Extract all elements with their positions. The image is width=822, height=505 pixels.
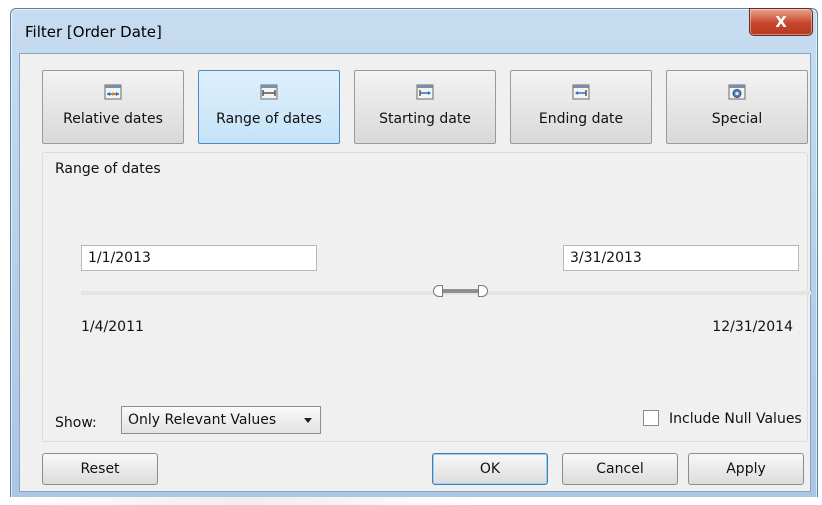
dialog-title: Filter [Order Date] [25, 23, 162, 41]
ending-date-icon [572, 84, 590, 100]
mode-starting-date-button[interactable]: Starting date [354, 70, 496, 144]
ok-button[interactable]: OK [432, 453, 548, 485]
max-date-label: 12/31/2014 [712, 319, 793, 335]
mode-relative-dates-label: Relative dates [63, 111, 163, 127]
mode-relative-dates-button[interactable]: Relative dates [42, 70, 184, 144]
relative-dates-icon [104, 84, 122, 100]
mode-range-of-dates-label: Range of dates [216, 111, 322, 127]
mode-ending-date-label: Ending date [538, 111, 624, 127]
show-label: Show: [55, 415, 97, 431]
mode-special-button[interactable]: Special [666, 70, 808, 144]
dialog-body: Relative dates Range of dates Starting d… [19, 53, 811, 492]
filter-dialog: Filter [Order Date] X Relative dates Ran… [10, 8, 818, 499]
mode-ending-date-button[interactable]: Ending date [510, 70, 652, 144]
close-icon: X [775, 13, 787, 31]
show-values-dropdown[interactable]: Only Relevant Values [121, 406, 321, 434]
mode-range-of-dates-button[interactable]: Range of dates [198, 70, 340, 144]
include-null-checkbox[interactable] [643, 410, 659, 426]
end-date-input[interactable] [563, 245, 799, 271]
include-null-label[interactable]: Include Null Values [669, 411, 802, 427]
special-icon [728, 84, 746, 100]
date-range-selected-bar[interactable] [443, 289, 478, 293]
show-values-selected: Only Relevant Values [128, 412, 277, 428]
min-date-label: 1/4/2011 [81, 319, 144, 335]
background-edge [0, 497, 822, 505]
range-of-dates-icon [260, 84, 278, 100]
start-date-input[interactable] [81, 245, 317, 271]
end-date-slider-handle[interactable] [478, 285, 488, 297]
mode-starting-date-label: Starting date [379, 111, 471, 127]
chevron-down-icon [304, 418, 312, 423]
close-button[interactable]: X [749, 8, 813, 36]
start-date-slider-handle[interactable] [433, 285, 443, 297]
starting-date-icon [416, 84, 434, 100]
range-group-title: Range of dates [55, 161, 161, 177]
cancel-button[interactable]: Cancel [562, 453, 678, 485]
apply-button[interactable]: Apply [688, 453, 804, 485]
reset-button[interactable]: Reset [42, 453, 158, 485]
title-bar[interactable]: Filter [Order Date] X [11, 8, 817, 51]
range-of-dates-group: Range of dates 1/4/2011 12/31/2014 Show:… [42, 152, 811, 442]
mode-special-label: Special [711, 111, 763, 127]
